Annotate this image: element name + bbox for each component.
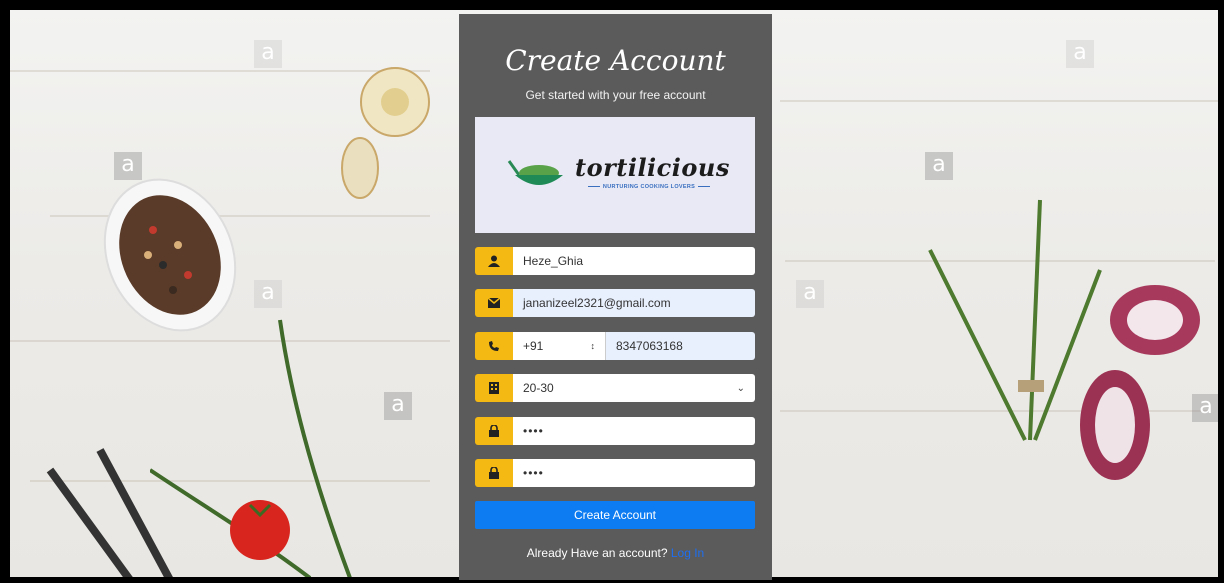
watermark: a [1192,394,1218,422]
garlic-illustration [341,67,430,199]
phone-input[interactable]: 8347063168 [605,332,755,360]
watermark: a [384,392,412,420]
select-arrows-icon: ↕ [590,341,596,351]
username-input[interactable]: Heze_Ghia [513,247,755,275]
watermark: a [254,40,282,68]
page-subtitle: Get started with your free account [525,88,706,102]
login-prompt-text: Already Have an account? [526,546,668,560]
password-field-group: •••• [475,417,755,445]
confirm-password-input[interactable]: •••• [513,459,755,487]
user-icon [475,247,513,275]
lock-icon [475,417,513,445]
login-prompt: Already Have an account? Log In [459,546,772,560]
brand-name: tortilicious [575,153,730,182]
confirm-password-field-group: •••• [475,459,755,487]
country-code-value: +91 [523,339,544,353]
chevron-down-icon: ⌄ [736,382,745,394]
email-input[interactable]: jananizeel2321@gmail.com [513,289,755,317]
phone-field-group: +91 ↕ 8347063168 [475,332,755,360]
onion-illustration [1080,285,1200,480]
country-code-select[interactable]: +91 ↕ [513,332,605,360]
page-title: Create Account [505,44,726,77]
watermark: a [925,152,953,180]
watermark: a [1066,40,1094,68]
fork-illustration [46,448,173,577]
create-account-button[interactable]: Create Account [475,501,755,529]
food-bowl-icon [507,160,563,185]
password-input[interactable]: •••• [513,417,755,445]
age-range-select[interactable]: 20-30 ⌄ [513,374,755,402]
building-icon [475,374,513,402]
brand-tagline: NURTURING COOKING LOVERS [575,184,723,190]
phone-icon [475,332,513,360]
watermark: a [114,152,142,180]
username-field-group: Heze_Ghia [475,247,755,275]
envelope-icon [475,289,513,317]
login-link[interactable]: Log In [671,546,704,560]
watermark: a [796,280,824,308]
watermark: a [254,280,282,308]
signup-card: Create Account Get started with your fre… [459,14,772,580]
rosemary-illustration [150,319,352,577]
lock-icon [475,459,513,487]
age-range-value: 20-30 [523,381,554,395]
age-field-group: 20-30 ⌄ [475,374,755,402]
email-field-group: jananizeel2321@gmail.com [475,289,755,317]
brand-logo: tortilicious NURTURING COOKING LOVERS [475,117,755,233]
